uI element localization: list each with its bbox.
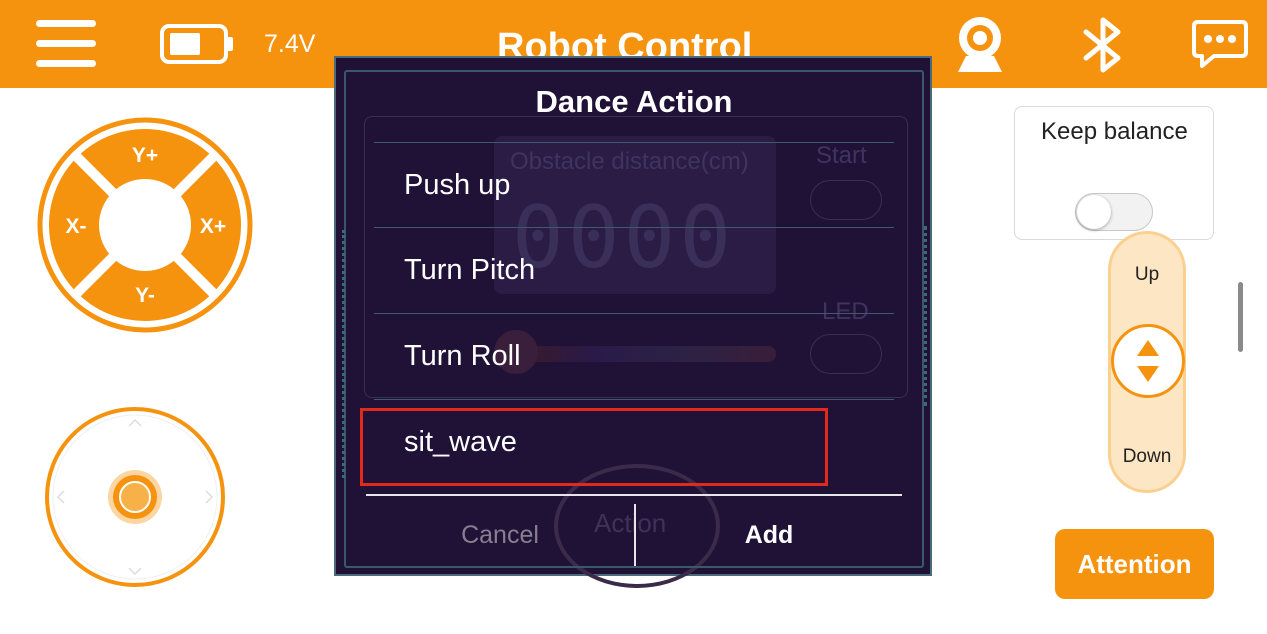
keep-balance-toggle[interactable] [1075, 193, 1153, 231]
height-slider-knob[interactable] [1111, 324, 1185, 398]
action-item-label: Turn Pitch [404, 254, 536, 286]
joystick[interactable] [44, 406, 226, 588]
up-down-arrows-icon [1137, 340, 1159, 382]
camera-icon[interactable] [950, 14, 1010, 74]
dialog-divider [366, 494, 902, 496]
height-up-label: Up [1134, 264, 1160, 285]
action-item-turn-pitch[interactable]: Turn Pitch [374, 228, 894, 314]
dpad-x-plus-button[interactable]: X+ [200, 215, 226, 238]
action-item-label: Push up [404, 169, 511, 201]
dialog-title: Dance Action [535, 84, 733, 119]
action-item-push-up[interactable]: Push up [374, 142, 894, 228]
dpad-y-plus-button[interactable]: Y+ [132, 144, 158, 167]
selection-highlight [360, 408, 828, 486]
menu-icon[interactable] [36, 20, 96, 68]
keep-balance-card: Keep balance [1014, 106, 1214, 240]
cancel-button[interactable]: Cancel [366, 504, 634, 566]
height-down-label: Down [1122, 446, 1172, 467]
svg-text:Y+: Y+ [132, 144, 158, 167]
chat-icon[interactable] [1192, 18, 1248, 70]
direction-pad: Y+ Y- X- X+ [37, 117, 253, 333]
svg-text:X-: X- [66, 215, 87, 238]
attention-button[interactable]: Attention [1055, 529, 1214, 599]
dance-action-dialog: Obstacle distance(cm) 0000 Start LED Act… [334, 56, 932, 588]
svg-text:X+: X+ [200, 215, 226, 238]
action-item-label: Turn Roll [404, 340, 521, 372]
dpad-y-minus-button[interactable]: Y- [135, 284, 155, 307]
action-item-turn-roll[interactable]: Turn Roll [374, 314, 894, 400]
decorative-dots [342, 230, 345, 478]
dpad-x-minus-button[interactable]: X- [66, 215, 87, 238]
battery-voltage: 7.4V [264, 30, 316, 58]
add-button[interactable]: Add [636, 504, 902, 566]
bluetooth-icon[interactable] [1080, 16, 1126, 74]
decorative-dots [924, 226, 927, 406]
svg-text:Y-: Y- [135, 284, 155, 307]
keep-balance-label: Keep balance [1041, 118, 1188, 145]
toggle-knob [1077, 195, 1111, 229]
height-slider[interactable]: Up Down [1108, 231, 1186, 493]
scrollbar[interactable] [1238, 282, 1243, 352]
battery-icon [160, 24, 233, 64]
